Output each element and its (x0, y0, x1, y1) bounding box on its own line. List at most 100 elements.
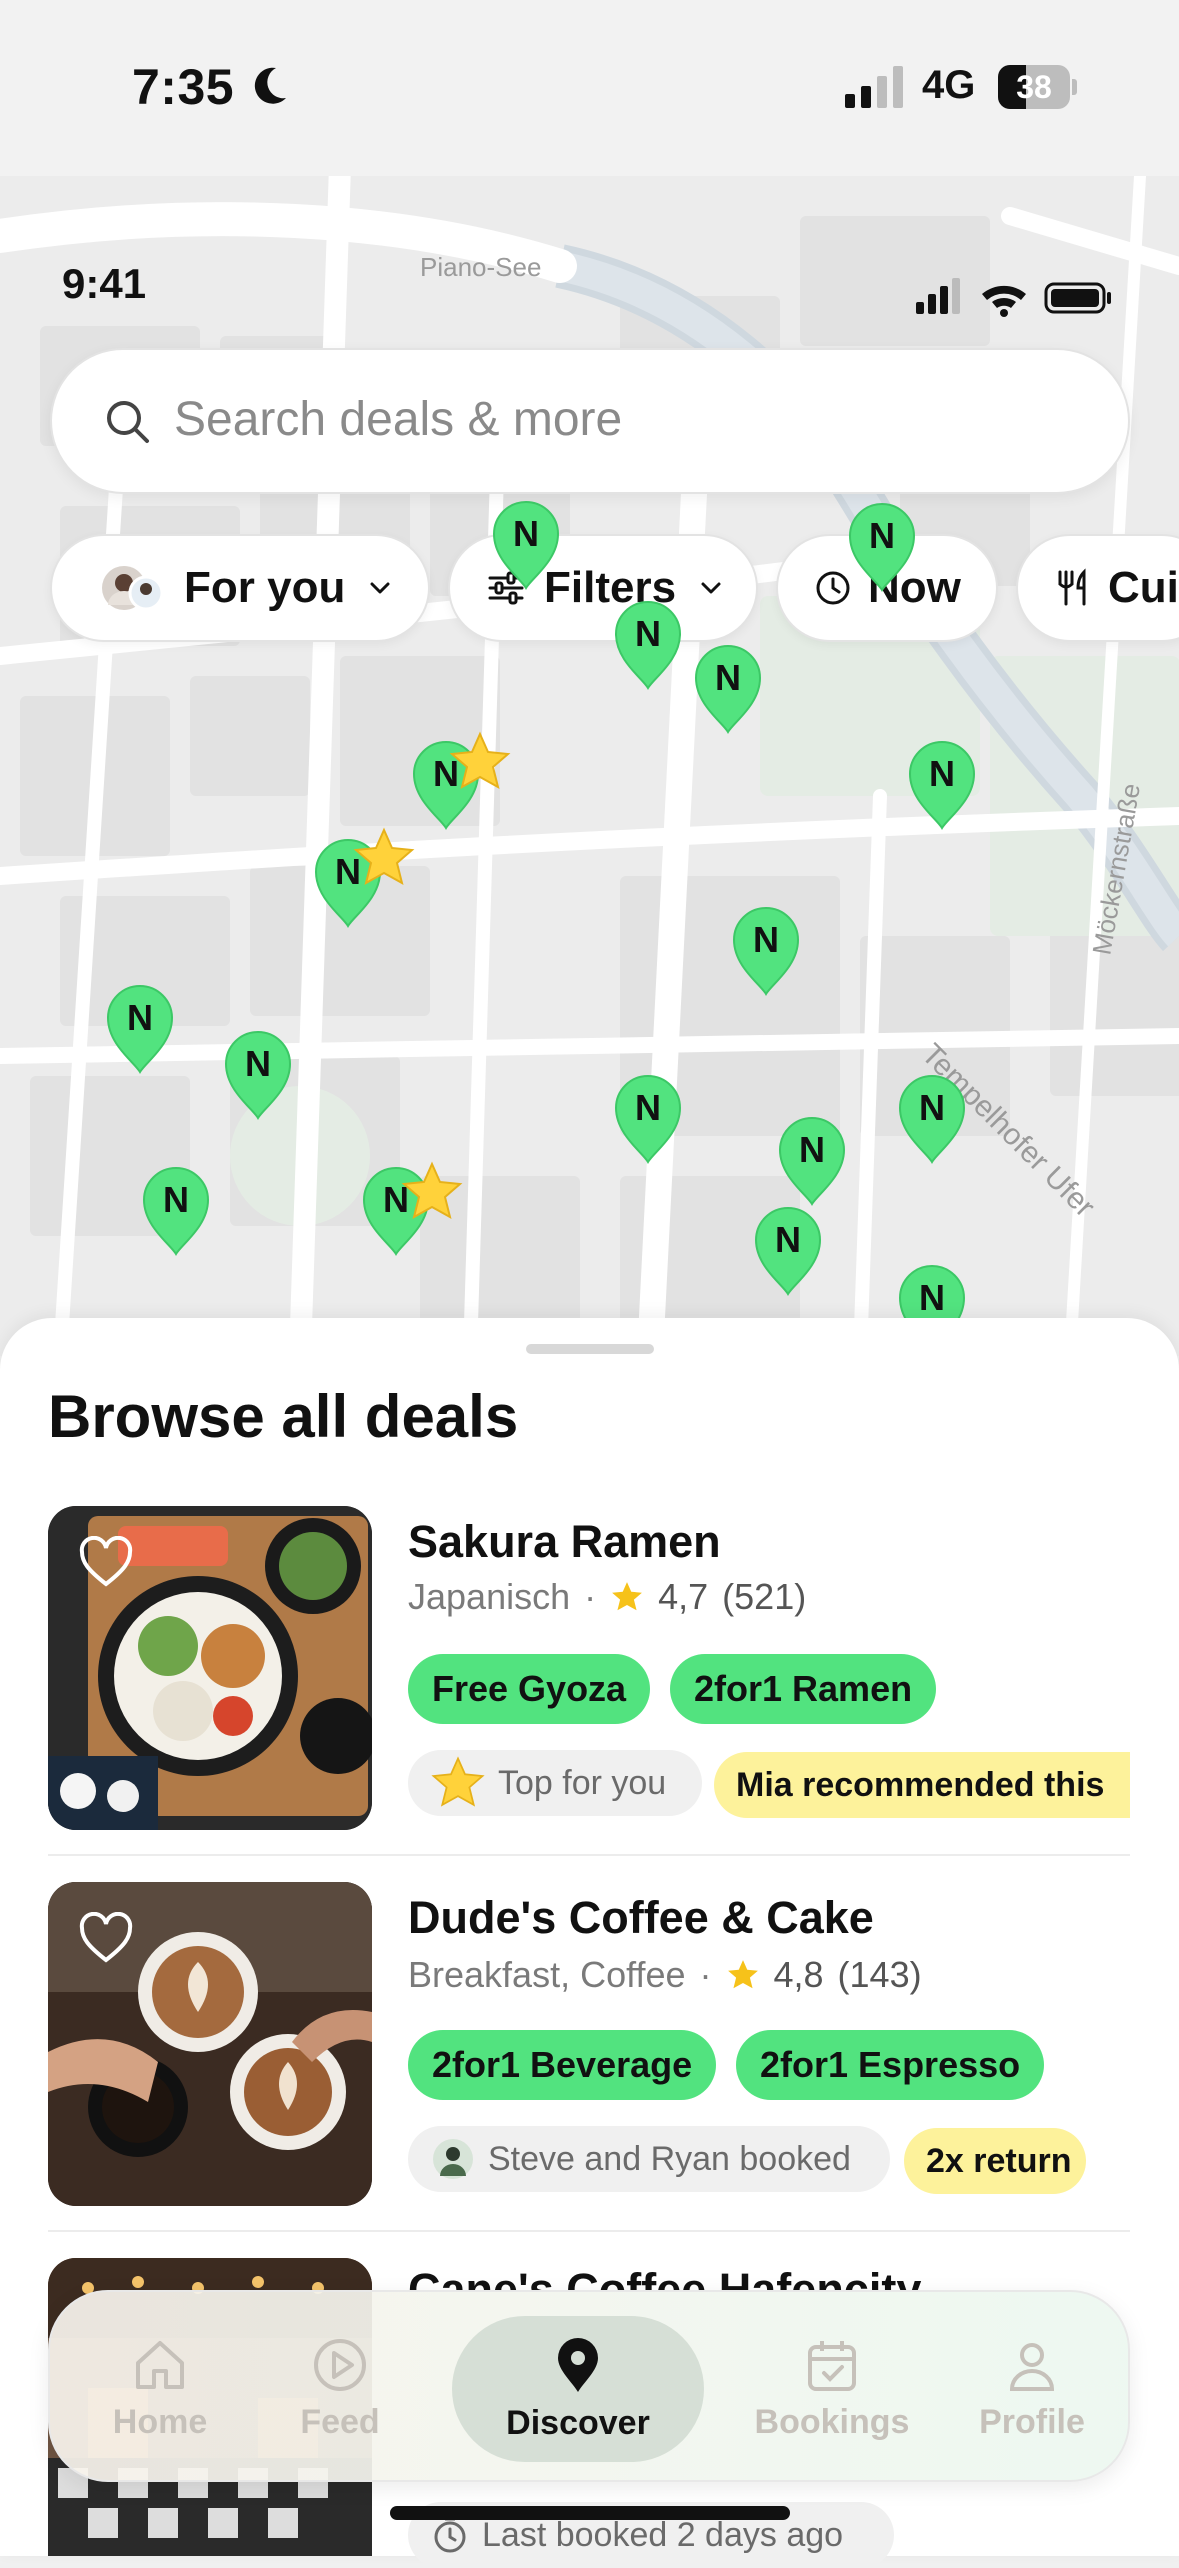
tag-top-for-you: Top for you (408, 1750, 702, 1816)
bottom-tab-bar: Home Feed Discover Bookings Profile (48, 2290, 1130, 2482)
search-bar[interactable]: Search deals & more (50, 348, 1130, 494)
search-icon (107, 401, 149, 443)
deal-badge[interactable]: 2for1 Espresso (736, 2030, 1045, 2100)
tag-label: Steve and Ryan booked (488, 2139, 851, 2178)
restaurant-meta: Japanisch · 4,7 (521) (408, 1576, 806, 1618)
tab-label: Home (112, 2402, 208, 2441)
inner-status-icons (916, 278, 1111, 317)
svg-text:N: N (715, 657, 741, 698)
avatar-icon (433, 2139, 473, 2179)
svg-text:N: N (869, 515, 895, 556)
map-pin-marker[interactable]: N (692, 644, 764, 734)
battery-icon: 38 (998, 65, 1078, 109)
network-label: 4G (922, 63, 976, 107)
svg-text:N: N (245, 1043, 271, 1084)
signal-icon (845, 66, 903, 108)
chip-cuisine[interactable]: Cui (1016, 534, 1179, 642)
map-pin-marker[interactable]: N (752, 1206, 824, 1296)
map-pin-marker[interactable]: N (612, 600, 684, 690)
map-pin-marker[interactable]: N (222, 1030, 294, 1120)
search-placeholder: Search deals & more (174, 393, 623, 446)
favorite-heart-icon[interactable] (78, 1912, 134, 1964)
star-icon (449, 731, 511, 789)
svg-text:N: N (775, 1219, 801, 1260)
chip-label: For you (184, 563, 346, 612)
inner-status-time: 9:41 (62, 260, 147, 307)
tab-discover[interactable]: Discover (452, 2316, 704, 2462)
chevron-down-icon (370, 582, 390, 594)
card-divider (48, 1854, 1130, 1856)
fork-knife-icon (1058, 568, 1086, 606)
restaurant-name[interactable]: Dude's Coffee & Cake (408, 1892, 874, 1944)
home-indicator (390, 2506, 790, 2520)
map-pin-marker[interactable]: N (730, 906, 802, 996)
deal-row: Free Gyoza 2for1 Ramen (408, 1654, 1168, 1724)
restaurant-cuisine: Japanisch (408, 1576, 571, 1617)
map-street-label: Piano-See (420, 252, 541, 282)
chevron-down-icon (701, 582, 721, 594)
svg-text:N: N (919, 1277, 945, 1318)
deal-badge[interactable]: 2for1 Ramen (670, 1654, 937, 1724)
stopwatch-icon (434, 2517, 466, 2553)
separator-dot: · (584, 1576, 597, 1617)
map-pin-marker[interactable]: N (896, 1074, 968, 1164)
restaurant-rating: 4,8 (773, 1954, 824, 1995)
device-status-bar: 7:35 4G 38 (0, 0, 1179, 176)
avatar-icon (102, 566, 164, 611)
svg-text:N: N (929, 753, 955, 794)
map-pin-icon (558, 2337, 598, 2392)
deal-row: 2for1 Beverage 2for1 Espresso (408, 2030, 1168, 2100)
tab-label: Profile (979, 2402, 1085, 2441)
svg-text:N: N (513, 513, 539, 554)
map-pin-marker[interactable]: N (140, 1166, 212, 1256)
favorite-heart-icon[interactable] (78, 1536, 134, 1588)
star-icon (401, 1161, 463, 1219)
play-icon (314, 2338, 366, 2391)
restaurant-reviews: (521) (722, 1576, 807, 1617)
svg-text:N: N (919, 1087, 945, 1128)
restaurant-image[interactable] (48, 1882, 372, 2206)
tab-profile[interactable]: Profile (942, 2292, 1122, 2484)
moon-icon (254, 67, 286, 104)
svg-text:N: N (163, 1179, 189, 1220)
deal-badge[interactable]: Free Gyoza (408, 1654, 651, 1724)
tab-feed[interactable]: Feed (250, 2292, 430, 2484)
star-icon (353, 827, 415, 885)
map-pin-marker[interactable]: N (490, 500, 562, 590)
separator-dot: · (699, 1954, 712, 1995)
svg-text:N: N (127, 997, 153, 1038)
deal-badge[interactable]: 2for1 Beverage (408, 2030, 717, 2100)
chip-label: Cui (1108, 563, 1179, 612)
svg-text:N: N (799, 1129, 825, 1170)
tab-label: Discover (506, 2403, 650, 2442)
restaurant-cuisine: Breakfast, Coffee (408, 1954, 686, 1995)
map-pin-marker[interactable]: N (776, 1116, 848, 1206)
tag-social-recommendation: Mia recommended this (714, 1752, 1130, 1818)
map-pin-marker[interactable]: N (104, 984, 176, 1074)
tab-label: Feed (300, 2402, 380, 2441)
star-icon (431, 1756, 485, 1807)
tag-friends-booked: Steve and Ryan booked (408, 2126, 890, 2192)
map-pin-marker[interactable]: N (906, 740, 978, 830)
battery-level: 38 (1016, 69, 1052, 105)
restaurant-image[interactable] (48, 1506, 372, 1830)
restaurant-rating: 4,7 (658, 1576, 709, 1617)
map-pin-marker[interactable]: N (846, 502, 918, 592)
sheet-handle[interactable] (526, 1344, 654, 1354)
chip-for-you[interactable]: For you (50, 534, 430, 642)
tag-return-count: 2x return (904, 2128, 1086, 2194)
svg-text:N: N (635, 1087, 661, 1128)
restaurant-reviews: (143) (837, 1954, 922, 1995)
tab-home[interactable]: Home (70, 2292, 250, 2484)
svg-text:N: N (635, 613, 661, 654)
map-pin-marker[interactable]: N (612, 1074, 684, 1164)
rating-star-icon (727, 1960, 758, 1989)
tag-label: Last booked 2 days ago (482, 2515, 844, 2554)
tag-label: 2x return (926, 2141, 1072, 2180)
restaurant-meta: Breakfast, Coffee · 4,8 (143) (408, 1954, 922, 1996)
card-divider (48, 2230, 1130, 2232)
tab-bookings[interactable]: Bookings (722, 2292, 942, 2484)
rating-star-icon (612, 1582, 642, 1611)
svg-text:N: N (753, 919, 779, 960)
restaurant-name[interactable]: Sakura Ramen (408, 1516, 721, 1568)
